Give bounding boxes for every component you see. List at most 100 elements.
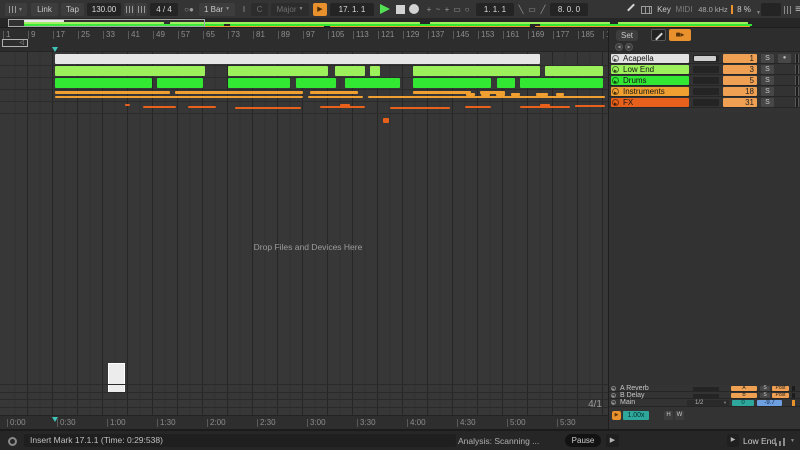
clip[interactable] <box>520 78 603 88</box>
loop-switch-icon[interactable]: ▭ <box>526 3 538 16</box>
loop-length-display[interactable]: 8. 0. 0 <box>550 3 588 16</box>
solo-button[interactable]: S <box>760 393 770 398</box>
track-name[interactable]: ▶Drums <box>611 76 689 85</box>
loop-region-marker[interactable]: ◁ <box>2 39 28 47</box>
track-name[interactable]: ▶FX <box>611 98 689 107</box>
track-header-row[interactable]: ▶Acapella1S● <box>609 53 800 64</box>
solo-button[interactable]: S <box>761 54 774 63</box>
draw-automation-button[interactable] <box>651 29 666 41</box>
clip[interactable] <box>383 118 389 123</box>
return-track-row[interactable]: ▶A ReverbASPost <box>609 385 800 392</box>
view-options-menu[interactable]: ▼ <box>5 3 27 16</box>
nudge-down-button[interactable] <box>124 3 135 16</box>
tap-tempo-button[interactable]: Tap <box>61 3 84 16</box>
clip[interactable] <box>296 78 336 88</box>
midi-overdub-icon[interactable]: + <box>425 3 433 16</box>
key-map-button[interactable]: Key <box>656 3 672 16</box>
track-number[interactable]: 5 <box>723 76 757 85</box>
return-track-row[interactable]: ▶B DelayBSPost <box>609 392 800 399</box>
nudge-up-button[interactable] <box>136 3 147 16</box>
solo-button[interactable]: S <box>761 98 774 107</box>
unfold-icon[interactable]: ▶ <box>612 99 619 106</box>
clip[interactable] <box>545 66 603 76</box>
cue-volume-field[interactable]: 0 <box>732 400 754 406</box>
arrangement-record-button[interactable] <box>409 4 419 14</box>
main-track-name[interactable]: Main <box>620 399 635 406</box>
zoom-height-button[interactable]: H <box>664 411 673 420</box>
track-volume-slider[interactable] <box>693 99 719 106</box>
clip[interactable] <box>368 96 605 98</box>
clip[interactable] <box>496 93 505 96</box>
arm-button[interactable]: ● <box>778 54 791 63</box>
track-volume-slider[interactable] <box>693 88 719 95</box>
midi-map-button[interactable]: MIDI <box>674 3 694 16</box>
clip[interactable] <box>55 96 303 98</box>
automation-arm-icon[interactable]: ~ <box>434 3 442 16</box>
track-header-row[interactable]: ▶Low End3S <box>609 64 800 75</box>
solo-button[interactable]: S <box>761 65 774 74</box>
scale-icon[interactable]: ‖ <box>240 3 248 16</box>
overview-viewport-box[interactable] <box>8 19 205 27</box>
output-track-selector[interactable]: Low End <box>743 436 776 446</box>
post-toggle[interactable]: Post <box>772 386 789 391</box>
clip[interactable] <box>556 93 564 96</box>
insert-marker[interactable] <box>52 47 58 52</box>
arrangement-overview[interactable] <box>0 19 800 28</box>
clip[interactable] <box>340 104 350 108</box>
send-letter-button[interactable]: A <box>731 386 757 391</box>
return-track-name[interactable]: A Reverb <box>620 385 649 392</box>
clip[interactable] <box>540 104 550 108</box>
zoom-width-button[interactable]: W <box>675 411 684 420</box>
follow-button[interactable]: ▶ <box>313 3 327 16</box>
clip[interactable] <box>125 104 130 106</box>
solo-button[interactable]: S <box>761 87 774 96</box>
clip[interactable] <box>481 93 490 96</box>
track-header-row[interactable]: ▶FX31S <box>609 97 800 108</box>
prev-locator-button[interactable]: ◀ <box>615 43 623 51</box>
quantization-menu[interactable]: 1 Bar▼ <box>199 3 235 16</box>
next-locator-button[interactable]: ▶ <box>625 43 633 51</box>
post-toggle[interactable]: Post <box>772 393 789 398</box>
solo-button[interactable]: S <box>761 76 774 85</box>
tempo-display[interactable]: 130.00 <box>87 3 121 16</box>
clip[interactable] <box>413 78 491 88</box>
play-button[interactable] <box>380 4 390 14</box>
pause-analysis-button[interactable]: Pause <box>565 434 601 447</box>
preview-play-icon[interactable]: ▶ <box>727 434 739 447</box>
clip[interactable] <box>575 105 605 107</box>
clip[interactable] <box>370 66 380 76</box>
clip[interactable] <box>345 78 400 88</box>
send-letter-button[interactable]: B <box>731 393 757 398</box>
solo-button[interactable]: S <box>760 386 770 391</box>
clip[interactable] <box>188 106 216 108</box>
follow-icon[interactable]: ▶ <box>612 411 621 420</box>
track-header-row[interactable]: ▶Drums 5S <box>609 75 800 86</box>
arrangement-position-display[interactable]: 17. 1. 1 <box>330 3 374 16</box>
loop-start-display[interactable]: 1. 1. 1 <box>476 3 514 16</box>
clip[interactable] <box>175 91 303 94</box>
clip[interactable] <box>308 96 363 98</box>
main-volume-field[interactable]: -9.7 <box>757 400 782 406</box>
unfold-icon[interactable]: ▶ <box>611 400 616 405</box>
clip[interactable] <box>335 66 365 76</box>
clip[interactable] <box>55 66 205 76</box>
punch-out-icon[interactable]: ╱ <box>539 3 547 16</box>
return-volume-slider[interactable] <box>693 387 719 391</box>
clip[interactable] <box>235 107 301 109</box>
cue-out-chooser[interactable]: 1/2▼ <box>687 400 729 406</box>
time-selection-rect[interactable] <box>108 363 125 393</box>
re-enable-automation-icon[interactable]: + <box>443 3 451 16</box>
track-name[interactable]: ▶Low End <box>611 65 689 74</box>
computer-midi-keyboard-icon[interactable] <box>641 6 652 14</box>
clip[interactable] <box>157 78 203 88</box>
clip[interactable] <box>413 66 540 76</box>
punch-in-icon[interactable]: ╲ <box>517 3 525 16</box>
chevron-down-icon[interactable]: ▼ <box>790 438 795 444</box>
clip[interactable] <box>55 91 170 94</box>
time-signature-display[interactable]: 4 / 4 <box>150 3 178 16</box>
quantize-icon[interactable]: ○● <box>181 3 197 16</box>
lock-envelopes-button[interactable]: ■▸ <box>669 29 691 41</box>
track-name[interactable]: ▶Acapella <box>611 54 689 63</box>
key-scale-display[interactable]: Major▼ <box>271 3 309 16</box>
draw-mode-button[interactable] <box>630 3 639 16</box>
